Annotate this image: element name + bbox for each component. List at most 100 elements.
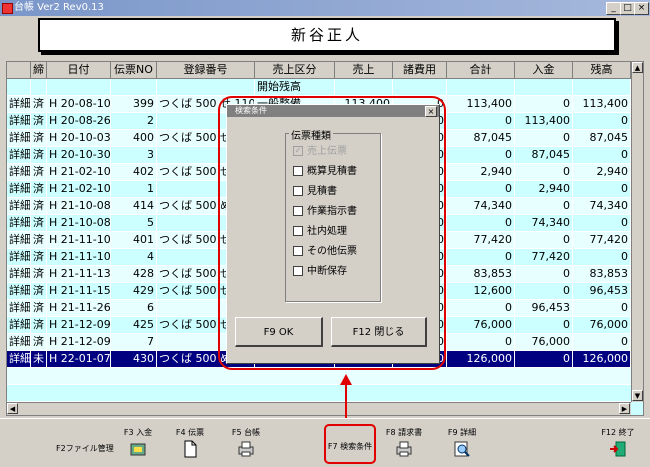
cell-detail[interactable]: 詳細 [7,351,31,367]
slip-type-option[interactable]: その他伝票 [293,245,357,259]
checkbox[interactable] [293,266,303,276]
cell-deposit: 77,420 [515,249,573,265]
cell-closed: 済 [31,198,47,214]
slip-type-option-label: 社内処理 [307,226,347,237]
cell-detail[interactable]: 詳細 [7,266,31,282]
cell-balance: 0 [573,113,631,129]
f2-file-button[interactable]: F2ファイル管理 [56,421,114,465]
cell-deposit: 0 [515,317,573,333]
cell-total: 0 [447,181,515,197]
cell-detail [7,79,31,95]
table-row[interactable]: 開始残高 [7,79,643,96]
slip-type-option[interactable]: 概算見積書 [293,165,357,179]
cell-slip-no: 399 [111,96,157,112]
cell-closed: 済 [31,283,47,299]
cell-detail[interactable]: 詳細 [7,215,31,231]
cell-detail[interactable]: 詳細 [7,147,31,163]
cell-detail[interactable]: 詳細 [7,181,31,197]
checkbox: ✓ [293,146,303,156]
column-header-reg-no: 登録番号 [157,62,255,78]
empty-row [7,368,643,385]
cell-detail[interactable]: 詳細 [7,283,31,299]
cell-slip-no: 400 [111,130,157,146]
cell-detail[interactable]: 詳細 [7,198,31,214]
horizontal-scrollbar[interactable]: ◀ ▶ [7,402,631,415]
table-header-row: 締日付 伝票NO 登録番号 売上区分 売上 諸費用 合計 入金 残高 [7,62,643,79]
column-header-date: 日付 [47,62,111,78]
cell-detail[interactable]: 詳細 [7,130,31,146]
f3-deposit-button[interactable]: F3 入金 [114,421,162,465]
cell-balance: 77,420 [573,232,631,248]
slip-type-option-label: その他伝票 [307,246,357,257]
cell-deposit: 0 [515,164,573,180]
cell-date: H 20-10-03 [49,130,111,146]
cell-detail[interactable]: 詳細 [7,96,31,112]
checkbox[interactable] [293,186,303,196]
cell-closed: 済 [31,317,47,333]
scroll-right-button[interactable]: ▶ [619,403,630,414]
checkbox[interactable] [293,206,303,216]
cell-detail[interactable]: 詳細 [7,249,31,265]
checkbox[interactable] [293,226,303,236]
cell-sales-type: 開始残高 [255,79,335,95]
dialog-close-button[interactable]: × [425,106,437,117]
maximize-button[interactable]: □ [620,2,635,15]
checkbox[interactable] [293,246,303,256]
cell-date [47,79,111,95]
f4-slip-button[interactable]: F4 伝票 [166,421,214,465]
cell-slip-no: 2 [111,113,157,129]
cell-total: 74,340 [447,198,515,214]
scroll-down-button[interactable]: ▼ [632,390,643,401]
slip-type-option-label: 作業指示書 [307,206,357,217]
dialog-title-bar: 検索条件 × [227,105,439,117]
cell-date: H 21-11-10 [49,232,111,248]
cell-date: H 21-10-08 [49,198,111,214]
cell-slip-no: 4 [111,249,157,265]
cell-balance: 0 [573,300,631,316]
cell-deposit: 113,400 [515,113,573,129]
column-header-sales: 売上 [335,62,393,78]
f12-exit-button[interactable]: F12 終了 [594,421,642,465]
cell-closed: 済 [31,300,47,316]
empty-row [7,385,643,402]
ok-button[interactable]: F9 OK [235,317,323,347]
slip-type-option[interactable]: 中断保存 [293,265,347,279]
f5-ledger-button[interactable]: F5 台帳 [222,421,270,465]
cell-detail[interactable]: 詳細 [7,232,31,248]
cell-balance: 0 [573,147,631,163]
checkbox[interactable] [293,166,303,176]
close-dialog-button[interactable]: F12 閉じる [331,317,427,347]
cell-detail[interactable]: 詳細 [7,300,31,316]
cell-date: H 20-10-30 [49,147,111,163]
cell-deposit: 96,453 [515,300,573,316]
scroll-up-button[interactable]: ▲ [632,62,643,73]
slip-type-option-label: 概算見積書 [307,166,357,177]
close-button[interactable]: × [634,2,649,15]
cell-detail[interactable]: 詳細 [7,317,31,333]
column-header-expenses: 諸費用 [393,62,447,78]
scroll-left-button[interactable]: ◀ [7,403,18,414]
cell-date: H 21-10-08 [49,215,111,231]
cell-detail[interactable]: 詳細 [7,164,31,180]
cell-balance: 74,340 [573,198,631,214]
cell-closed: 済 [31,147,47,163]
column-header-sales-type: 売上区分 [255,62,335,78]
cell-deposit: 0 [515,266,573,282]
cell-detail[interactable]: 詳細 [7,334,31,350]
f4-label: F4 伝票 [175,428,205,437]
vertical-scrollbar[interactable]: ▲ ▼ [631,62,643,402]
cell-total: 0 [447,300,515,316]
cell-total: 126,000 [447,351,515,367]
minimize-button[interactable]: _ [606,2,621,15]
cell-total: 83,853 [447,266,515,282]
cell-balance: 96,453 [573,283,631,299]
slip-type-option[interactable]: 作業指示書 [293,205,357,219]
cell-balance: 113,400 [573,96,631,112]
slip-type-option[interactable]: 見積書 [293,185,337,199]
f8-invoice-button[interactable]: F8 請求書 [380,421,428,465]
f9-detail-button[interactable]: F9 詳細 [438,421,486,465]
cell-total: 0 [447,215,515,231]
slip-type-option-label: 中断保存 [307,266,347,277]
cell-detail[interactable]: 詳細 [7,113,31,129]
slip-type-option[interactable]: 社内処理 [293,225,347,239]
